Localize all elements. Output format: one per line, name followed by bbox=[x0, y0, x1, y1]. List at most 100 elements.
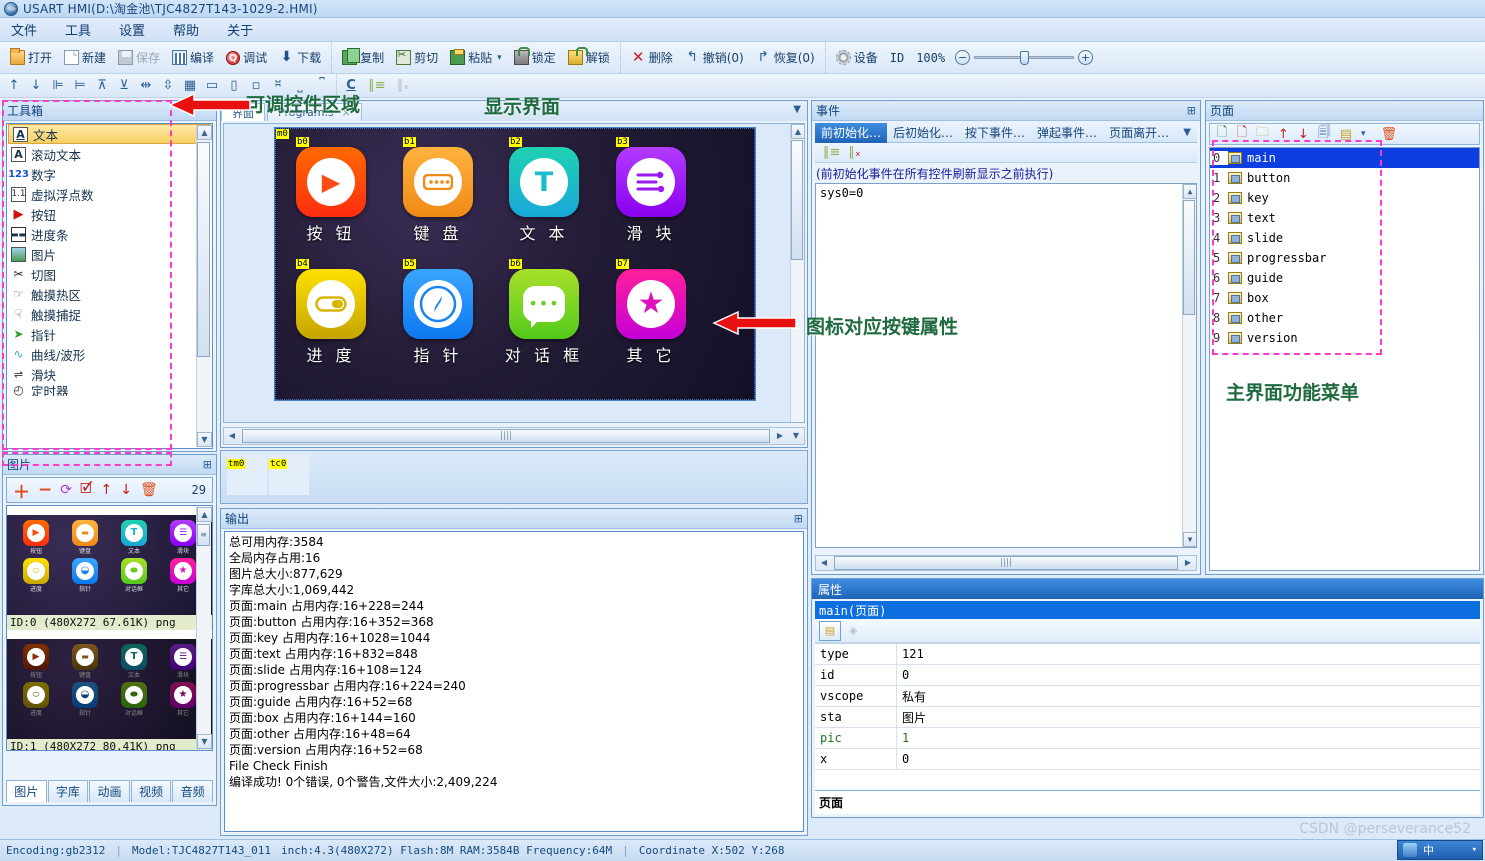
pin-icon[interactable]: ⊞ bbox=[1187, 104, 1196, 117]
page-item-main[interactable]: 0 main bbox=[1210, 148, 1479, 168]
property-row[interactable]: pic 1 bbox=[815, 728, 1480, 749]
align-left-icon[interactable]: ⊫ bbox=[48, 76, 68, 96]
zoom-in-button[interactable]: + bbox=[1078, 50, 1094, 65]
save-button[interactable]: 保存 bbox=[112, 46, 166, 70]
menu-item-tools[interactable]: 工具 bbox=[62, 18, 94, 41]
property-value[interactable]: 私有 bbox=[897, 686, 1480, 706]
scroll-thumb[interactable]: |||| bbox=[242, 429, 770, 443]
timer-chip[interactable]: tc0 bbox=[269, 455, 309, 495]
delete-icon[interactable]: 🗑 bbox=[140, 482, 158, 498]
lock-button[interactable]: 锁定 bbox=[508, 46, 562, 70]
page-item-progressbar[interactable]: 5 progressbar bbox=[1210, 248, 1479, 268]
comment-icon[interactable]: ∥≡ bbox=[367, 76, 387, 96]
canvas-area[interactable]: m0 b0 ▶ 按 钮 b1 键 盘 b2 T 文 本 b3 滑 块 b4 进 … bbox=[223, 123, 805, 423]
resource-tabs[interactable]: 图片 字库 动画 视频 音频 bbox=[6, 780, 213, 802]
page-item-text[interactable]: 3 text bbox=[1210, 208, 1479, 228]
uncomment-icon[interactable]: ∥ₓ bbox=[393, 76, 413, 96]
toolbox-item-crop[interactable]: ✂ 切图 bbox=[7, 264, 212, 284]
scroll-menu-icon[interactable]: ▼ bbox=[788, 428, 804, 444]
property-row[interactable]: sta 图片 bbox=[815, 707, 1480, 728]
canvas-hscrollbar[interactable]: ◀ |||| ▶ ▼ bbox=[223, 427, 805, 445]
scroll-up-icon[interactable]: ▲ bbox=[791, 124, 805, 139]
scroll-thumb[interactable]: |||| bbox=[834, 556, 1178, 570]
debug-button[interactable]: Q 调试 bbox=[220, 46, 273, 70]
tile-pointer[interactable] bbox=[403, 269, 473, 339]
scroll-down-icon[interactable]: ▼ bbox=[197, 432, 212, 447]
page-item-box[interactable]: 7 box bbox=[1210, 288, 1479, 308]
scroll-thumb[interactable] bbox=[791, 140, 803, 260]
toolbox-item-text[interactable]: A 文本 bbox=[8, 124, 211, 144]
delete-page-icon[interactable]: 🗋 bbox=[1236, 123, 1246, 145]
scroll-left-icon[interactable]: ◀ bbox=[816, 555, 832, 571]
scroll-thumb[interactable]: ≡ bbox=[197, 524, 210, 546]
remove-icon[interactable]: − bbox=[38, 480, 52, 500]
scroll-right-icon[interactable]: ▶ bbox=[1180, 555, 1196, 571]
event-tab-release[interactable]: 弹起事件… bbox=[1031, 123, 1103, 143]
timers-strip[interactable]: tm0 tc0 bbox=[220, 450, 808, 504]
page-item-button[interactable]: 1 button bbox=[1210, 168, 1479, 188]
align-right-icon[interactable]: ⊨ bbox=[70, 76, 90, 96]
compile-button[interactable]: 编译 bbox=[166, 46, 220, 70]
zoom-thumb[interactable] bbox=[1020, 51, 1030, 65]
toolbox-item-picture[interactable]: 图片 bbox=[7, 244, 212, 264]
center-horizontal-icon[interactable]: ⇹ bbox=[136, 76, 156, 96]
page-item-guide[interactable]: 6 guide bbox=[1210, 268, 1479, 288]
refresh-icon[interactable]: ⟳ bbox=[60, 482, 72, 498]
trash-icon[interactable]: 🗑 bbox=[1381, 127, 1398, 142]
scroll-left-icon[interactable]: ◀ bbox=[224, 428, 240, 444]
zoom-track[interactable] bbox=[974, 51, 1075, 65]
new-page-icon[interactable]: 🗋 bbox=[1217, 123, 1227, 145]
toolbox-item-float[interactable]: 1.1 虚拟浮点数 bbox=[7, 184, 212, 204]
scroll-right-icon[interactable]: ▶ bbox=[772, 428, 788, 444]
toolbox-item-timer[interactable]: ◴ 定时器 bbox=[7, 384, 212, 396]
new-button[interactable]: 新建 bbox=[58, 46, 112, 70]
menu-item-settings[interactable]: 设置 bbox=[116, 18, 148, 41]
move-down-icon[interactable]: ↓ bbox=[1298, 127, 1309, 142]
align-center-v-icon[interactable]: ⊼ bbox=[92, 76, 112, 96]
event-tab-pageleave[interactable]: 页面离开… bbox=[1103, 123, 1175, 143]
tile-keyboard[interactable] bbox=[403, 147, 473, 217]
properties-table[interactable]: type 121 id 0 vscope 私有 sta 图片 pic 1 x 0 bbox=[815, 643, 1480, 789]
menu-item-help[interactable]: 帮助 bbox=[170, 18, 202, 41]
property-value[interactable]: 0 bbox=[897, 665, 1480, 685]
copy-button[interactable]: 复制 bbox=[336, 46, 390, 70]
tab-fonts[interactable]: 字库 bbox=[47, 780, 89, 802]
timer-chip[interactable]: tm0 bbox=[227, 455, 267, 495]
page-item-version[interactable]: 9 version bbox=[1210, 328, 1479, 348]
toolbox-item-button[interactable]: ▶ 按钮 bbox=[7, 204, 212, 224]
canvas-vscrollbar[interactable]: ▲ bbox=[790, 124, 805, 422]
dropdown-icon[interactable]: ▾ bbox=[1361, 129, 1366, 139]
code-hscrollbar[interactable]: ◀ |||| ▶ bbox=[815, 555, 1197, 571]
chevron-down-icon[interactable]: ▼ bbox=[1183, 127, 1197, 138]
tab-animation[interactable]: 动画 bbox=[89, 780, 130, 802]
tile-text[interactable]: T bbox=[509, 147, 579, 217]
align-bottom-icon[interactable]: ↓ bbox=[26, 76, 46, 96]
copy-page-icon[interactable]: 🗐 bbox=[1318, 123, 1331, 145]
events-view-icon[interactable]: ◈ bbox=[849, 624, 857, 637]
event-tab-press[interactable]: 按下事件… bbox=[959, 123, 1031, 143]
event-tab-postinit[interactable]: 后初始化… bbox=[887, 123, 959, 143]
property-value[interactable]: 0 bbox=[897, 749, 1480, 769]
undo-button[interactable]: ↰ 撤销(0) bbox=[679, 46, 750, 70]
scroll-up-icon[interactable]: ▲ bbox=[197, 507, 212, 522]
redo-button[interactable]: ↱ 恢复(0) bbox=[750, 46, 821, 70]
page-settings-icon[interactable]: ▤ bbox=[1340, 127, 1352, 142]
property-value[interactable]: 121 bbox=[897, 644, 1480, 664]
comment-lines-icon[interactable]: ∥≡ bbox=[823, 145, 840, 160]
toolbox-item-progressbar[interactable]: ▬▬ 进度条 bbox=[7, 224, 212, 244]
edit-icon[interactable]: 🗹 bbox=[80, 478, 93, 502]
menu-item-file[interactable]: 文件 bbox=[8, 18, 40, 41]
page-item-other[interactable]: 8 other bbox=[1210, 308, 1479, 328]
property-value[interactable]: 图片 bbox=[897, 707, 1480, 727]
property-row[interactable]: type 121 bbox=[815, 644, 1480, 665]
property-row[interactable]: id 0 bbox=[815, 665, 1480, 686]
tab-audio[interactable]: 音频 bbox=[172, 780, 213, 802]
scroll-down-icon[interactable]: ▼ bbox=[197, 734, 212, 749]
picture-thumbnail[interactable]: ▶ 按钮 ▬ 键盘 T 文本 ☰ 滑块 ⬭ 进度 ◒ 指针 ⬬ 对话框 ★ 其它 bbox=[7, 515, 212, 615]
tile-other[interactable]: ★ bbox=[616, 269, 686, 339]
zoom-out-button[interactable]: − bbox=[955, 50, 971, 65]
ime-indicator[interactable]: 中 ▾ bbox=[1397, 840, 1483, 860]
toolbox-item-touch-hotspot[interactable]: ☞ 触摸热区 bbox=[7, 284, 212, 304]
scroll-up-icon[interactable]: ▲ bbox=[197, 125, 212, 140]
paste-button[interactable]: 粘贴 ▾ bbox=[444, 46, 508, 70]
